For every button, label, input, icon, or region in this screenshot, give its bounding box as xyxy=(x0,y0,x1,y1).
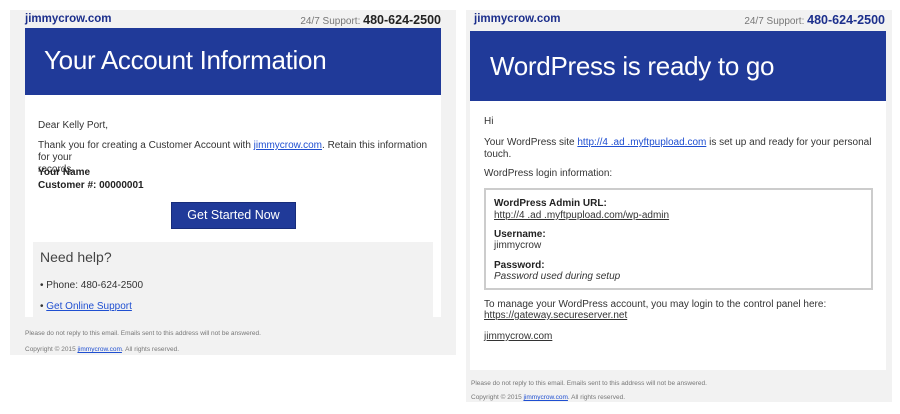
help-box: Need help? • Phone: 480-624-2500 • Get O… xyxy=(33,242,433,318)
support-label: 24/7 Support: xyxy=(744,16,805,27)
copyright: Copyright © 2015 jimmycrow.com. All righ… xyxy=(25,346,179,353)
site-link[interactable]: http://4 .ad .myftpupload.com xyxy=(577,137,706,148)
help-support-item: • Get Online Support xyxy=(40,301,132,312)
support-phone: 480-624-2500 xyxy=(363,13,441,27)
admin-url-link[interactable]: http://4 .ad .myftpupload.com/wp-admin xyxy=(494,210,669,222)
wordpress-email-panel: jimmycrow.com 24/7 Support: 480-624-2500… xyxy=(466,10,892,402)
get-started-button[interactable]: Get Started Now xyxy=(171,202,296,229)
intro-text: Thank you for creating a Customer Accoun… xyxy=(38,140,428,175)
brand-logo-link[interactable]: jimmycrow.com xyxy=(474,13,561,25)
hero-title: Your Account Information xyxy=(44,45,327,75)
customer-number: Customer #: 00000001 xyxy=(38,180,144,191)
footer-note: Please do not reply to this email. Email… xyxy=(25,330,261,337)
help-title: Need help? xyxy=(40,249,112,265)
hero-banner: WordPress is ready to go xyxy=(470,31,886,101)
login-details-box: WordPress Admin URL: http://4 .ad .myftp… xyxy=(484,188,873,290)
gateway-link[interactable]: https://gateway.secureserver.net xyxy=(484,310,627,322)
username-value: jimmycrow xyxy=(494,240,542,251)
get-online-support-link[interactable]: Get Online Support xyxy=(46,301,132,312)
footer-note: Please do not reply to this email. Email… xyxy=(471,380,707,387)
signature-link[interactable]: jimmycrow.com xyxy=(484,331,552,343)
account-email-panel: jimmycrow.com 24/7 Support: 480-624-2500… xyxy=(10,10,456,355)
copyright: Copyright © 2015 jimmycrow.com. All righ… xyxy=(471,394,625,401)
intro-site-link[interactable]: jimmycrow.com xyxy=(254,140,322,151)
hero-title: WordPress is ready to go xyxy=(490,51,775,81)
password-value: Password used during setup xyxy=(494,271,621,282)
copyright-link[interactable]: jimmycrow.com xyxy=(78,346,122,353)
site-ready-text: Your WordPress site http://4 .ad .myftpu… xyxy=(484,137,872,160)
support-info: 24/7 Support: 480-624-2500 xyxy=(300,13,441,27)
support-info: 24/7 Support: 480-624-2500 xyxy=(744,13,885,27)
copyright-link[interactable]: jimmycrow.com xyxy=(524,394,568,401)
admin-url-label: WordPress Admin URL: xyxy=(494,198,607,209)
greeting: Hi xyxy=(484,116,494,127)
email-card: Your Account Information Dear Kelly Port… xyxy=(25,28,441,318)
brand-logo-link[interactable]: jimmycrow.com xyxy=(25,13,112,25)
hero-banner: Your Account Information xyxy=(25,28,441,95)
help-phone: • Phone: 480-624-2500 xyxy=(40,280,144,291)
email-card: WordPress is ready to go Hi Your WordPre… xyxy=(470,31,886,370)
login-info-heading: WordPress login information: xyxy=(484,168,613,179)
support-phone: 480-624-2500 xyxy=(807,13,885,27)
your-name-label: Your Name xyxy=(38,167,91,178)
greeting: Dear Kelly Port, xyxy=(38,120,109,131)
support-label: 24/7 Support: xyxy=(300,16,361,27)
